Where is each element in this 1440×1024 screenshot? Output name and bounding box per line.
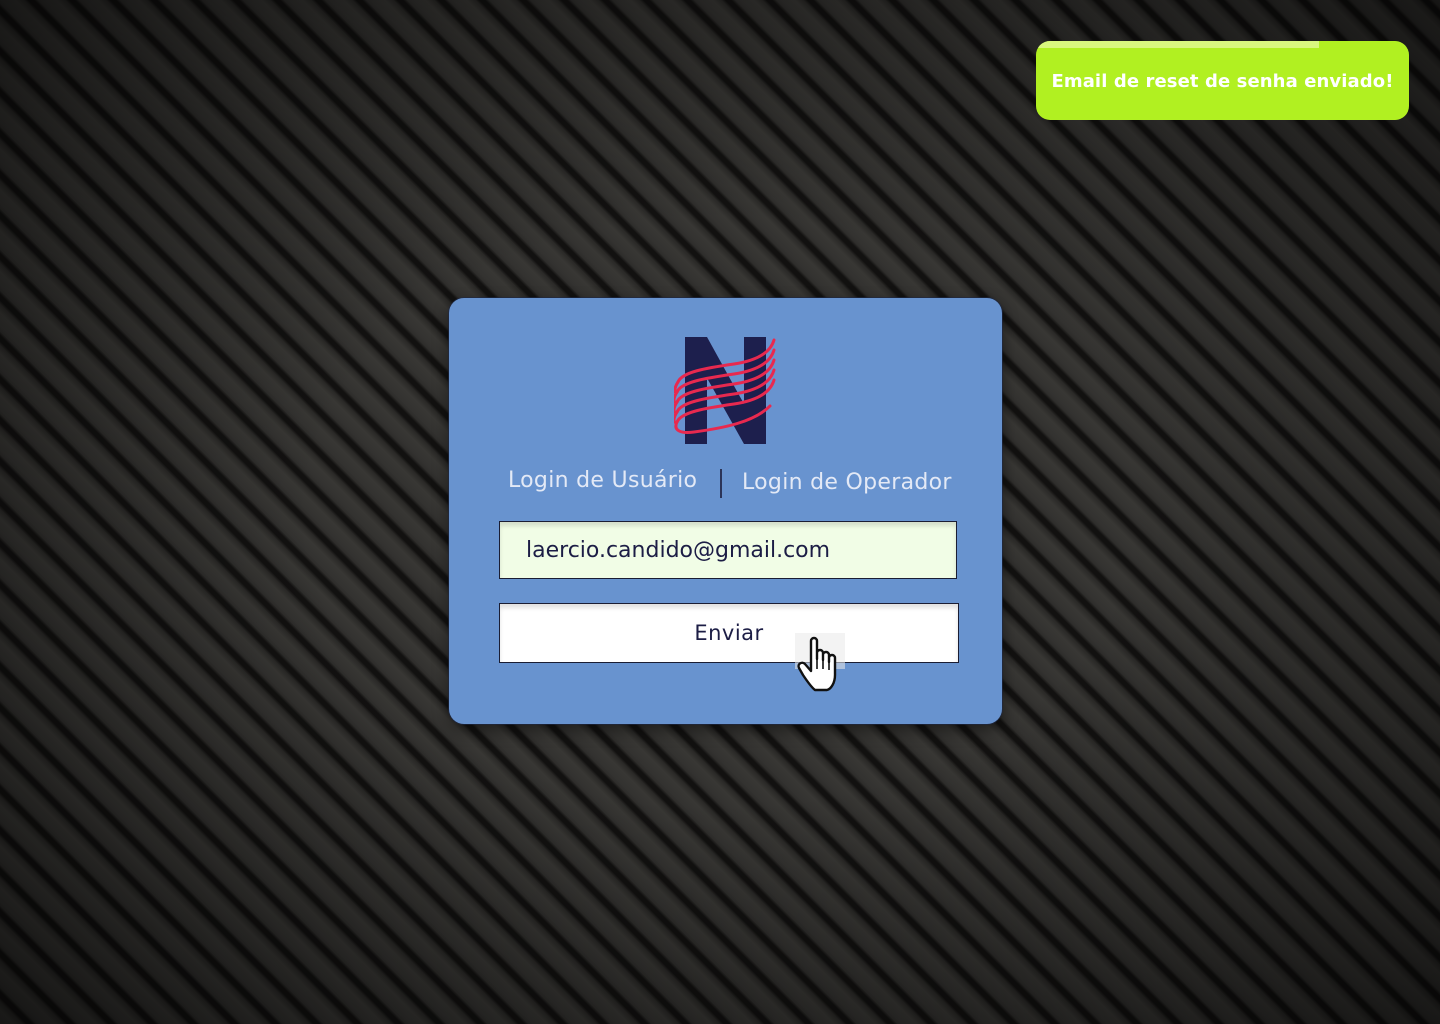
send-button[interactable]: Enviar [499,603,959,663]
tab-operator-login[interactable]: Login de Operador [742,470,952,495]
toast-message: Email de reset de senha enviado! [1051,70,1394,92]
login-card: Login de Usuário Login de Operador Envia… [449,298,1002,724]
toast-progress-bar [1036,41,1409,48]
tab-user-login[interactable]: Login de Usuário [508,468,697,493]
hand-pointer-icon [795,633,845,692]
login-type-tabs: Login de Usuário Login de Operador [449,462,1002,502]
tab-divider [720,469,722,498]
toast-notification[interactable]: Email de reset de senha enviado! [1036,41,1409,120]
toast-progress-fill [1036,41,1320,48]
email-field[interactable] [499,521,957,579]
brand-logo [674,337,776,444]
